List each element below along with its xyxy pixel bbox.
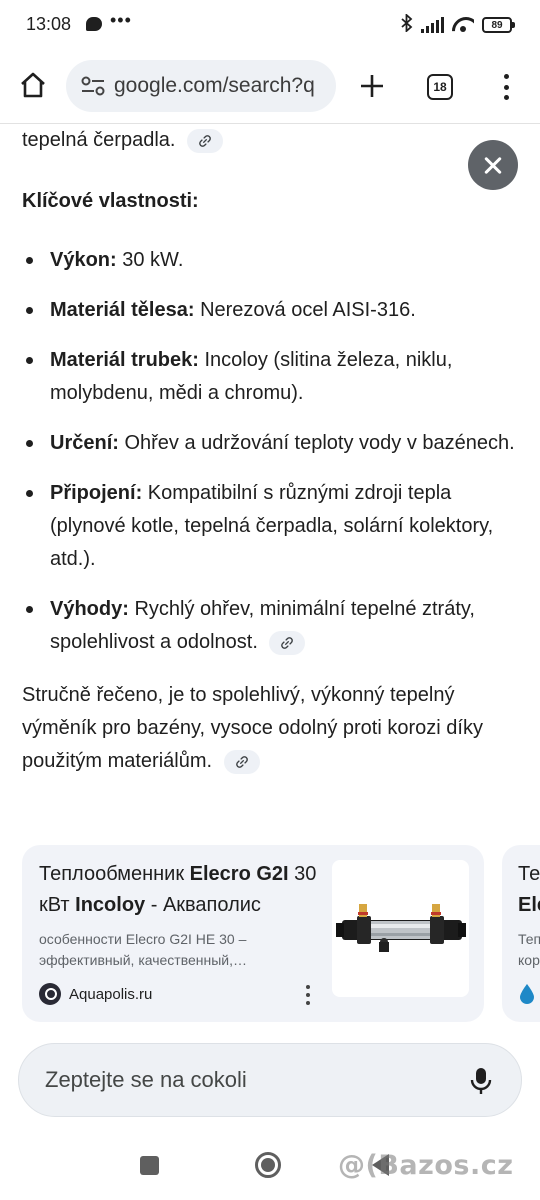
system-nav-bar: @(Bazos.cz xyxy=(0,1130,540,1200)
status-bar: 13:08 ••• 89 xyxy=(0,0,540,50)
card-snippet-line: кор xyxy=(518,952,540,968)
item-label: Výkon: xyxy=(50,249,117,271)
bazos-watermark: @(Bazos.cz xyxy=(338,1150,514,1181)
section-heading: Klíčové vlastnosti: xyxy=(22,190,199,212)
card-more-icon[interactable] xyxy=(304,985,312,1005)
product-thumbnail[interactable] xyxy=(332,860,469,997)
source-name: Aquapolis.ru xyxy=(69,985,153,1003)
close-button[interactable] xyxy=(468,140,518,190)
item-text: Ohřev a udržování teploty vody v bazénec… xyxy=(124,432,515,454)
card-snippet-line: Теп xyxy=(518,931,540,947)
list-item: Materiál trubek: Incoloy (slitina železa… xyxy=(22,344,522,410)
list-item: Výkon: 30 kW. xyxy=(22,244,522,277)
status-icons: 89 xyxy=(401,12,515,37)
home-icon xyxy=(21,72,45,98)
battery-icon: 89 xyxy=(482,17,515,33)
home-button[interactable] xyxy=(14,66,52,104)
ask-placeholder: Zeptejte se na cokoli xyxy=(45,1067,247,1092)
item-label: Určení: xyxy=(50,432,119,454)
card-title-part: Теп xyxy=(518,863,540,885)
intro-tail-text: tepelná čerpadla. xyxy=(22,129,176,151)
source-link-chip[interactable] xyxy=(269,630,306,655)
list-item: Materiál tělesa: Nerezová ocel AISI-316. xyxy=(22,294,522,327)
ai-answer: tepelná čerpadla. Klíčové vlastnosti: Vý… xyxy=(22,124,522,778)
link-icon xyxy=(199,134,211,147)
source-card[interactable]: Теп Ele Теп кор xyxy=(502,845,540,1022)
aquapolis-logo-icon xyxy=(39,983,61,1005)
url-text[interactable]: google.com/search?q xyxy=(114,74,315,98)
recents-icon[interactable] xyxy=(140,1156,159,1175)
intro-tail: tepelná čerpadla. xyxy=(22,124,522,157)
card-title[interactable]: Теплообменник Elecro G2I 30 кВт Incoloy … xyxy=(39,859,329,921)
link-icon xyxy=(281,636,294,649)
item-text: Nerezová ocel AISI-316. xyxy=(200,299,416,321)
item-label: Připojení: xyxy=(50,482,143,504)
browser-toolbar: google.com/search?q 18 xyxy=(0,50,540,124)
card-title[interactable]: Теп Ele xyxy=(518,859,540,921)
link-icon xyxy=(235,755,248,768)
ask-input[interactable]: Zeptejte se na cokoli xyxy=(18,1043,522,1117)
card-source[interactable]: Aquapolis.ru xyxy=(39,983,152,1005)
source-link-chip[interactable] xyxy=(223,749,260,774)
water-drop-icon xyxy=(520,984,534,1004)
new-tab-button[interactable] xyxy=(352,66,392,106)
more-notifications-icon: ••• xyxy=(110,10,132,30)
item-label: Materiál trubek: xyxy=(50,349,199,371)
site-settings-icon[interactable] xyxy=(80,75,108,97)
heat-exchanger-image xyxy=(336,904,466,952)
list-item: Určení: Ohřev a udržování teploty vody v… xyxy=(22,427,522,460)
item-text: 30 kW. xyxy=(122,249,184,271)
feature-list: Výkon: 30 kW. Materiál tělesa: Nerezová … xyxy=(22,244,522,659)
status-time: 13:08 xyxy=(26,14,72,34)
item-label: Materiál tělesa: xyxy=(50,299,195,321)
source-link-chip[interactable] xyxy=(187,128,224,153)
tab-count: 18 xyxy=(433,80,447,94)
card-title-bold: Ele xyxy=(518,894,540,916)
address-bar[interactable]: google.com/search?q xyxy=(66,60,336,112)
summary-paragraph: Stručně řečeno, je to spolehlivý, výkonn… xyxy=(22,679,522,778)
new-tab-icon xyxy=(361,75,383,97)
list-item: Připojení: Kompatibilní s různými zdroji… xyxy=(22,477,522,576)
mic-icon[interactable] xyxy=(469,1066,493,1096)
card-title-bold: Incoloy xyxy=(75,894,146,916)
battery-level: 89 xyxy=(491,19,503,31)
list-item: Výhody: Rychlý ohřev, minimální tepelné … xyxy=(22,593,522,659)
signal-icon xyxy=(421,17,444,33)
item-label: Výhody: xyxy=(50,598,129,620)
card-snippet: Теп кор xyxy=(518,929,540,971)
card-title-part: Теплообменник xyxy=(39,863,190,885)
bluetooth-icon xyxy=(401,12,413,37)
chat-icon xyxy=(86,17,102,31)
tabs-icon[interactable]: 18 xyxy=(427,74,453,100)
menu-icon[interactable] xyxy=(496,70,516,104)
card-title-part: - Акваполис xyxy=(145,894,261,916)
card-snippet: особенности Elecro G2I HE 30 – эффективн… xyxy=(39,931,248,968)
card-title-bold: Elecro G2I xyxy=(189,863,289,885)
source-card[interactable]: Теплообменник Elecro G2I 30 кВт Incoloy … xyxy=(22,845,484,1022)
wifi-icon xyxy=(452,17,474,33)
home-nav-icon[interactable] xyxy=(255,1152,281,1178)
